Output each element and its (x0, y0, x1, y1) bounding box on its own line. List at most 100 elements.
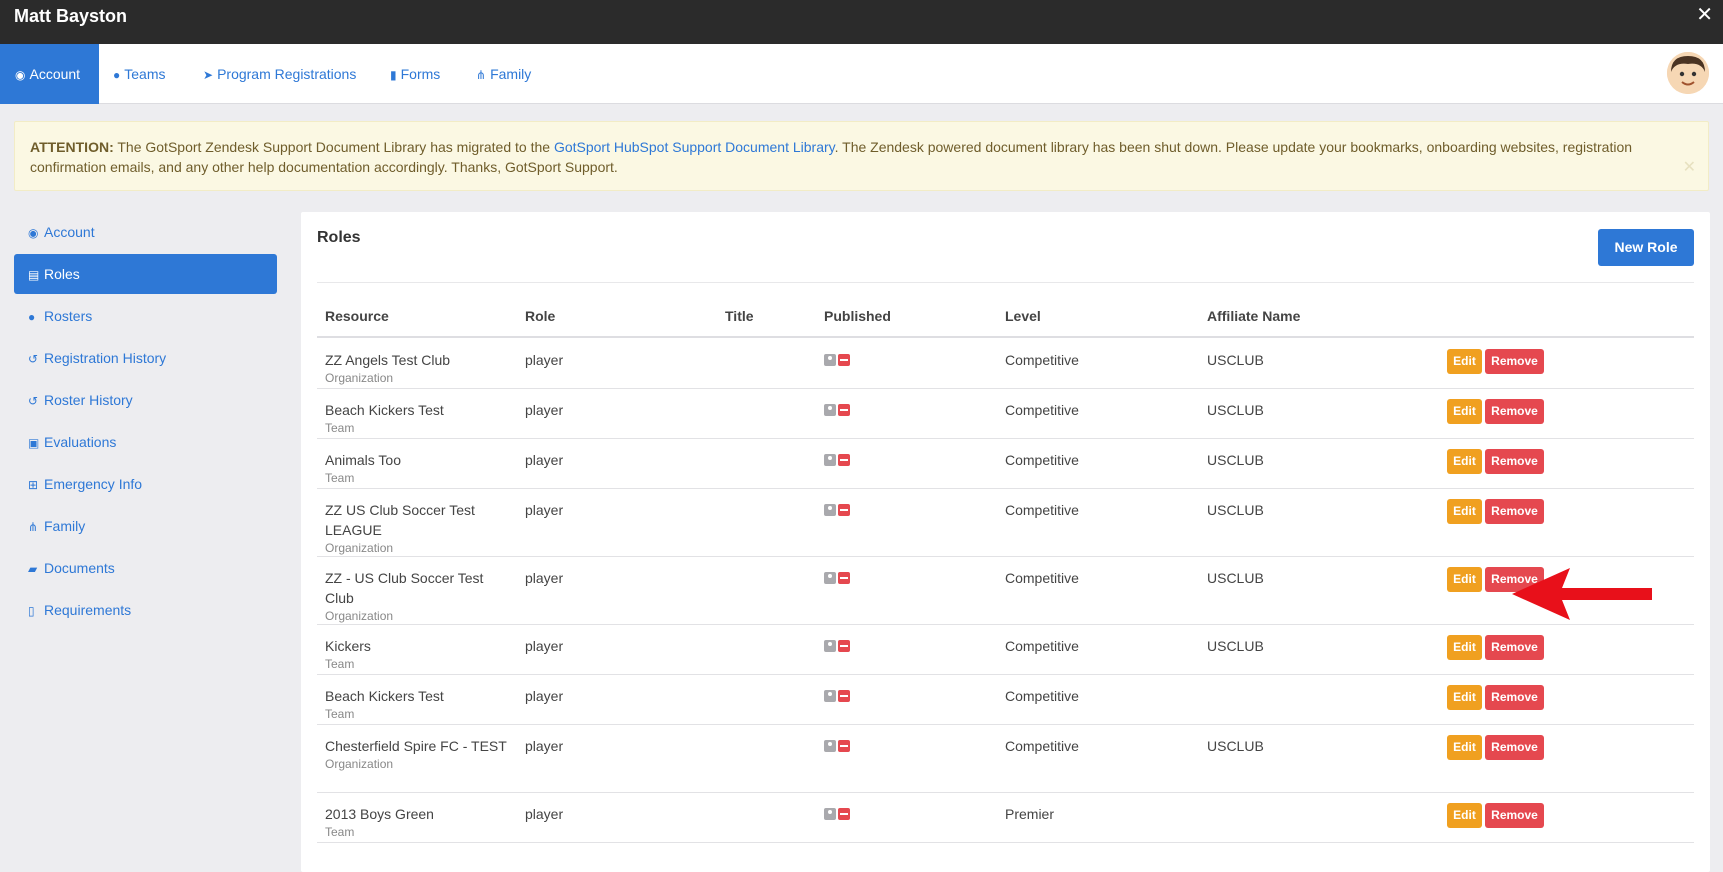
remove-button[interactable]: Remove (1485, 499, 1544, 524)
published-cell (824, 354, 852, 374)
minus-icon (838, 404, 850, 416)
sidebar-item-roles[interactable]: ▤ Roles (14, 254, 277, 294)
sidebar-item-account[interactable]: ◉ Account (14, 212, 277, 252)
new-role-button[interactable]: New Role (1598, 229, 1694, 266)
plus-square-icon: ⊞ (28, 478, 39, 492)
level-cell: Competitive (1005, 570, 1079, 586)
level-cell: Competitive (1005, 688, 1079, 704)
table-row: Beach Kickers Test Team player Competitive E… (317, 675, 1694, 725)
remove-button[interactable]: Remove (1485, 803, 1544, 828)
remove-button[interactable]: Remove (1485, 449, 1544, 474)
resource-name: ZZ - US Club Soccer Test Club (325, 570, 484, 606)
nav-account[interactable]: ◉ Account (0, 44, 99, 104)
resource-type: Team (325, 657, 355, 671)
resource-cell: Beach Kickers Test Team (325, 400, 515, 436)
folder-open-icon: ▰ (28, 562, 38, 576)
sidebar-item-registration-history[interactable]: ↺ Registration History (14, 338, 277, 378)
sidebar-item-family[interactable]: ⋔ Family (14, 506, 277, 546)
edit-button[interactable]: Edit (1447, 685, 1482, 710)
resource-type: Organization (325, 757, 394, 771)
edit-button[interactable]: Edit (1447, 567, 1482, 592)
remove-button[interactable]: Remove (1485, 399, 1544, 424)
role-cell: player (525, 688, 564, 704)
column-header-affiliate-name[interactable]: Affiliate Name (1207, 308, 1300, 324)
remove-button[interactable]: Remove (1485, 735, 1544, 760)
sidebar: ◉ Account ▤ Roles ● Rosters ↺ Registration Hist… (14, 212, 277, 632)
sidebar-item-rosters[interactable]: ● Rosters (14, 296, 277, 336)
id-card-icon: ▤ (28, 268, 40, 282)
attention-alert: ATTENTION: The GotSport Zendesk Support … (14, 121, 1709, 191)
role-cell: player (525, 402, 564, 418)
remove-button[interactable]: Remove (1485, 685, 1544, 710)
sidebar-item-label: Roster History (44, 392, 133, 408)
user-icon (824, 454, 836, 466)
resource-type: Organization (325, 371, 394, 385)
sidebar-item-label: Roles (44, 266, 80, 282)
actions-cell: Edit Remove (1447, 449, 1544, 474)
users-icon: ● (113, 68, 121, 82)
actions-cell: Edit Remove (1447, 349, 1544, 374)
minus-icon (838, 640, 850, 652)
sidebar-item-evaluations[interactable]: ▣ Evaluations (14, 422, 277, 462)
minus-icon (838, 740, 850, 752)
table-row: ZZ - US Club Soccer Test Club Organizatio… (317, 557, 1694, 625)
column-header-published[interactable]: Published (824, 308, 891, 324)
user-name: Matt Bayston (14, 6, 128, 26)
user-icon (824, 572, 836, 584)
edit-button[interactable]: Edit (1447, 399, 1482, 424)
nav-family[interactable]: ⋔ Family (476, 44, 531, 104)
affiliate-cell: USCLUB (1207, 502, 1264, 518)
level-cell: Competitive (1005, 638, 1079, 654)
nav-teams[interactable]: ● Teams (113, 44, 165, 104)
calendar-check-icon: ▣ (28, 436, 40, 450)
level-cell: Competitive (1005, 402, 1079, 418)
nav-program-registrations[interactable]: ➤ Program Registrations (203, 44, 356, 104)
resource-type: Team (325, 707, 355, 721)
close-icon[interactable]: ✕ (1683, 158, 1696, 178)
hubspot-library-link[interactable]: GotSport HubSpot Support Document Librar… (554, 139, 835, 155)
resource-cell: ZZ - US Club Soccer Test Club Organizatio… (325, 568, 515, 624)
column-header-resource[interactable]: Resource (325, 308, 389, 324)
history-icon: ↺ (28, 352, 39, 366)
nav-forms[interactable]: ▮ Forms (390, 44, 440, 104)
resource-cell: Beach Kickers Test Team (325, 686, 515, 722)
remove-button[interactable]: Remove (1485, 349, 1544, 374)
sidebar-item-requirements[interactable]: ▯ Requirements (14, 590, 277, 630)
sidebar-item-documents[interactable]: ▰ Documents (14, 548, 277, 588)
sidebar-item-emergency-info[interactable]: ⊞ Emergency Info (14, 464, 277, 504)
user-icon (824, 354, 836, 366)
edit-button[interactable]: Edit (1447, 735, 1482, 760)
role-cell: player (525, 452, 564, 468)
column-header-role[interactable]: Role (525, 308, 555, 324)
column-header-level[interactable]: Level (1005, 308, 1041, 324)
role-cell: player (525, 738, 564, 754)
remove-button[interactable]: Remove (1485, 635, 1544, 660)
user-icon (824, 808, 836, 820)
edit-button[interactable]: Edit (1447, 449, 1482, 474)
resource-cell: Animals Too Team (325, 450, 515, 486)
column-header-title[interactable]: Title (725, 308, 754, 324)
sidebar-item-roster-history[interactable]: ↺ Roster History (14, 380, 277, 420)
minus-icon (838, 572, 850, 584)
minus-icon (838, 690, 850, 702)
role-cell: player (525, 570, 564, 586)
affiliate-cell: USCLUB (1207, 452, 1264, 468)
resource-type: Team (325, 421, 355, 435)
user-icon (824, 640, 836, 652)
close-icon[interactable]: ✕ (1696, 2, 1713, 27)
affiliate-cell: USCLUB (1207, 638, 1264, 654)
sidebar-item-label: Account (44, 224, 95, 240)
role-cell: player (525, 806, 564, 822)
edit-button[interactable]: Edit (1447, 803, 1482, 828)
sidebar-item-label: Documents (44, 560, 115, 576)
published-cell (824, 808, 852, 828)
edit-button[interactable]: Edit (1447, 635, 1482, 660)
user-icon (824, 740, 836, 752)
divider (317, 282, 1694, 283)
edit-button[interactable]: Edit (1447, 349, 1482, 374)
resource-name: Beach Kickers Test (325, 402, 444, 418)
minus-icon (838, 808, 850, 820)
avatar[interactable] (1667, 52, 1709, 94)
edit-button[interactable]: Edit (1447, 499, 1482, 524)
resource-cell: Kickers Team (325, 636, 515, 672)
